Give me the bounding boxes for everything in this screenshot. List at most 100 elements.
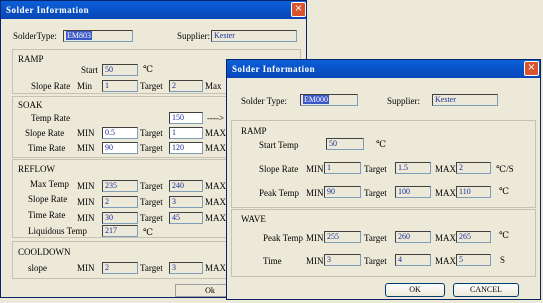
reflow-time-min-field[interactable]: 30	[102, 212, 138, 224]
ramp-peak-unit: ℃	[499, 186, 510, 196]
wave-peak-target-field[interactable]: 260	[395, 231, 431, 243]
ramp-start-label: Start Temp	[259, 140, 299, 150]
cooldown-slope-label: slope	[28, 263, 47, 273]
soak-heading: SOAK	[18, 100, 43, 110]
soak-temp-rate-label: Temp Rate	[31, 113, 71, 123]
wave-time-target-field[interactable]: 4	[395, 254, 431, 266]
close-icon[interactable]: ×	[291, 2, 306, 17]
cancel-button[interactable]: CANCEL	[453, 283, 519, 297]
soak-slope-min-field[interactable]: 0.5	[102, 127, 138, 139]
wave-time-max-field[interactable]: 5	[456, 254, 491, 266]
ramp-heading: RAMP	[18, 54, 44, 64]
wave-time-min-label: MIN	[306, 256, 324, 266]
reflow-slope-label: Slope Rate	[28, 194, 68, 204]
close-icon[interactable]: ×	[524, 61, 539, 76]
solder-type-field[interactable]: EM803	[63, 30, 133, 42]
reflow-slope-target-label: Target	[140, 197, 163, 207]
wave-time-label: Time	[263, 256, 282, 266]
cooldown-max-label: MAX	[205, 263, 227, 273]
supplier-field[interactable]: Kester	[432, 94, 498, 106]
supplier-label: Supplier:	[387, 96, 420, 106]
ramp-peak-label: Peak Temp	[259, 188, 299, 198]
reflow-max-temp-target-label: Target	[140, 181, 163, 191]
soak-time-min-field[interactable]: 90	[102, 142, 138, 154]
wave-peak-max-label: MAX	[435, 233, 457, 243]
ramp-target-label: Target	[140, 81, 163, 91]
reflow-time-target-label: Target	[140, 213, 163, 223]
ramp-slope-target-label: Target	[364, 164, 387, 174]
ramp-peak-max-label: MAX	[435, 188, 457, 198]
supplier-field[interactable]: Kester	[211, 30, 297, 42]
reflow-heading: REFLOW	[18, 164, 55, 174]
soak-temp-rate-field[interactable]: 150	[169, 112, 203, 124]
ramp-max-label: Max	[205, 81, 222, 91]
reflow-slope-min-label: MIN	[77, 197, 95, 207]
reflow-time-max-label: MAX	[205, 213, 227, 223]
wave-time-unit: S	[500, 255, 506, 265]
reflow-time-label: Time Rate	[28, 210, 66, 220]
window-title-back: Solder Information	[1, 1, 306, 19]
reflow-slope-min-field[interactable]: 2	[102, 196, 138, 208]
ramp-start-unit: ℃	[143, 64, 154, 74]
ramp-heading: RAMP	[241, 126, 267, 136]
soak-arrow: ---->	[207, 113, 225, 123]
ramp-slope-unit: ℃/S	[496, 164, 514, 174]
ramp-start-label: Start	[81, 65, 98, 75]
solder-type-field[interactable]: EM000	[300, 94, 358, 106]
ramp-slope-max-field[interactable]: 2	[456, 162, 491, 174]
wave-peak-min-label: MIN	[306, 233, 324, 243]
solder-type-value: EM000	[303, 95, 329, 104]
reflow-time-min-label: MIN	[77, 213, 95, 223]
solder-info-window-front: Solder Information × Solder Type: EM000 …	[226, 59, 541, 300]
cooldown-min-label: MIN	[77, 263, 95, 273]
reflow-time-target-field[interactable]: 45	[169, 212, 203, 224]
reflow-max-temp-max-label: MAX	[205, 181, 227, 191]
reflow-liquidous-label: Liquidous Temp	[28, 226, 87, 236]
soak-time-max-label: MAX	[205, 143, 227, 153]
wave-peak-unit: ℃	[499, 230, 510, 240]
ramp-start-unit: ℃	[376, 139, 387, 149]
soak-slope-target-label: Target	[140, 128, 163, 138]
ramp-slope-min-field[interactable]: 1	[324, 162, 361, 174]
soak-slope-label: Slope Rate	[25, 128, 65, 138]
ramp-slope-target-field[interactable]: 1.5	[395, 162, 431, 174]
ramp-peak-target-field[interactable]: 100	[395, 186, 431, 198]
ramp-slope-max-label: MAX	[435, 164, 457, 174]
reflow-max-temp-target-field[interactable]: 240	[169, 180, 203, 192]
cooldown-heading: COOLDOWN	[18, 247, 71, 257]
reflow-liquidous-field[interactable]: 217	[102, 225, 138, 237]
ramp-min-field[interactable]: 1	[102, 80, 138, 92]
cooldown-target-field[interactable]: 3	[169, 262, 203, 274]
ramp-target-field[interactable]: 2	[169, 80, 203, 92]
soak-time-target-field[interactable]: 120	[169, 142, 203, 154]
reflow-max-temp-min-field[interactable]: 235	[102, 180, 138, 192]
cooldown-target-label: Target	[140, 263, 163, 273]
wave-time-min-field[interactable]: 3	[324, 254, 361, 266]
reflow-max-temp-label: Max Temp	[30, 179, 69, 189]
soak-time-label: Time Rate	[28, 143, 66, 153]
ramp-peak-max-field[interactable]: 110	[456, 186, 491, 198]
window-title-front: Solder Information	[227, 60, 540, 78]
reflow-max-temp-min-label: MIN	[77, 181, 95, 191]
wave-peak-min-field[interactable]: 255	[324, 231, 361, 243]
ramp-slope-label: Slope Rate	[259, 164, 299, 174]
soak-slope-target-field[interactable]: 1	[169, 127, 203, 139]
soak-slope-max-label: MAX	[205, 128, 227, 138]
ok-button[interactable]: OK	[385, 283, 445, 297]
wave-heading: WAVE	[241, 214, 266, 224]
reflow-slope-max-label: MAX	[205, 197, 227, 207]
ramp-peak-min-label: MIN	[306, 188, 324, 198]
ramp-start-field[interactable]: 50	[102, 64, 138, 76]
wave-time-target-label: Target	[364, 256, 387, 266]
wave-time-max-label: MAX	[435, 256, 457, 266]
soak-time-min-label: MIN	[77, 143, 95, 153]
ramp-slope-min-label: MIN	[306, 164, 324, 174]
cooldown-min-field[interactable]: 2	[102, 262, 138, 274]
reflow-liquidous-unit: ℃	[143, 227, 154, 237]
wave-peak-max-field[interactable]: 265	[456, 231, 491, 243]
ramp-peak-min-field[interactable]: 90	[324, 186, 361, 198]
ramp-start-field[interactable]: 50	[326, 138, 364, 150]
solder-type-value: EM803	[66, 31, 92, 40]
ramp-peak-target-label: Target	[364, 188, 387, 198]
reflow-slope-target-field[interactable]: 3	[169, 196, 203, 208]
